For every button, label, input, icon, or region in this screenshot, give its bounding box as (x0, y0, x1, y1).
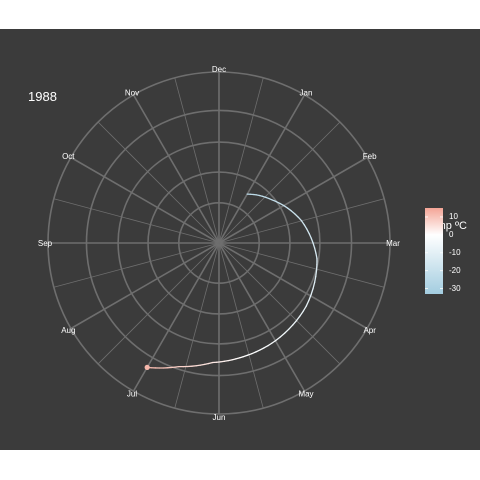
series-segment (283, 328, 290, 334)
series-segment (283, 204, 289, 209)
series-segment (315, 269, 318, 278)
series-segment (303, 224, 308, 230)
series-segment (315, 252, 318, 260)
series-segment (267, 342, 273, 347)
series-segment (312, 281, 316, 290)
series-segment (242, 354, 249, 358)
series-segment (279, 202, 285, 207)
colorbar-tick-label: -30 (449, 283, 461, 293)
month-label-nov: Nov (125, 88, 139, 97)
plot-panel: Jan Feb Mar Apr May Jun Jul Aug Sep Oct Nov Dec 198… (0, 29, 480, 450)
colorbar-tick-label: 10 (449, 211, 458, 221)
month-label-jan: Jan (300, 88, 313, 97)
series-segment (290, 210, 296, 215)
grid-spoke-9 (218, 242, 264, 409)
colorbar-tick-label: -20 (449, 265, 461, 275)
month-label-sep: Sep (38, 239, 53, 248)
series-segment (295, 315, 301, 322)
series-segment (251, 351, 257, 355)
grid-spoke-15 (53, 242, 220, 288)
grid-spoke-23 (218, 77, 264, 244)
grid-spoke-11 (174, 242, 220, 409)
month-label-jul: Jul (127, 390, 137, 399)
series-segment (299, 310, 304, 317)
month-label-aug: Aug (61, 326, 75, 335)
series-end-point (144, 364, 150, 370)
year-label: 1988 (28, 89, 57, 104)
grid-spoke-13 (97, 242, 220, 365)
series-segment (305, 299, 310, 307)
series-segment (259, 347, 265, 351)
colorbar-tick-label: 0 (449, 229, 454, 239)
grid-spoke-17 (53, 198, 220, 244)
series-segment (286, 207, 292, 212)
series-segment (308, 232, 312, 239)
colorbar-tick-label: -10 (449, 247, 461, 257)
series-segment (302, 305, 307, 312)
series-segment (246, 353, 253, 356)
series-segment (300, 220, 305, 226)
series-segment (294, 213, 299, 218)
grid-spoke-1 (218, 121, 341, 244)
month-label-jun: Jun (213, 413, 226, 422)
grid-spoke-19 (97, 121, 220, 244)
grid-spoke-5 (218, 242, 385, 288)
series-segment (288, 324, 294, 330)
month-label-apr: Apr (363, 326, 376, 335)
series-segment (263, 344, 269, 349)
month-label-dec: Dec (212, 65, 226, 74)
series-segment (310, 287, 314, 296)
grid-spoke-7 (218, 242, 341, 365)
series-segment (313, 275, 317, 284)
month-label-may: May (298, 390, 313, 399)
polar-chart: Jan Feb Mar Apr May Jun Jul Aug Sep Oct Nov Dec (38, 65, 400, 422)
month-label-mar: Mar (386, 239, 400, 248)
colorbar-gradient (425, 208, 443, 294)
series-segment (274, 336, 281, 342)
month-label-oct: Oct (62, 152, 75, 161)
series-segment (271, 340, 277, 344)
grid-spoke-21 (174, 77, 220, 244)
month-label-feb: Feb (363, 152, 377, 161)
series-segment (255, 349, 261, 353)
series-segment (313, 247, 317, 254)
colorbar (425, 208, 443, 294)
series-segment (297, 216, 303, 222)
series-segment (279, 332, 286, 338)
polar-grid (47, 71, 391, 415)
series-segment (306, 228, 310, 235)
series-segment (292, 319, 298, 326)
